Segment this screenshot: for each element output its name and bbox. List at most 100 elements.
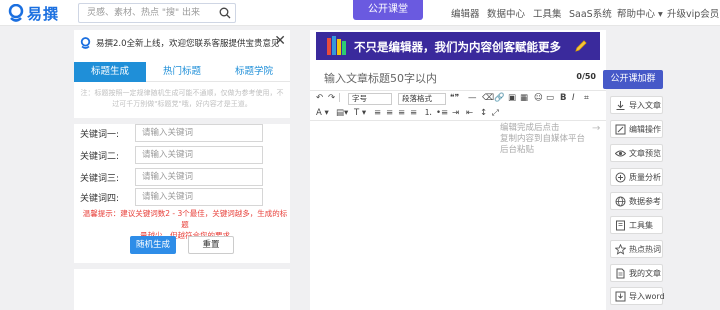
my-articles-button[interactable]: 我的文章 [610, 264, 663, 282]
eraser-icon[interactable]: ⌫ [482, 91, 494, 105]
align-right-icon[interactable]: ≡ [398, 106, 405, 120]
tab-hot-titles[interactable]: 热门标题 [146, 62, 218, 82]
divider [74, 263, 290, 269]
indent-icon[interactable]: ⇥ [452, 106, 459, 120]
search-box [78, 3, 236, 23]
outdent-icon[interactable]: ⇤ [466, 106, 473, 120]
hint-line: 注：标题按照一定规律随机生成可能不通顺，仅做为参考使用，不 [80, 89, 284, 97]
word-import-icon [615, 291, 626, 302]
rail-button-label: 导入文章 [629, 101, 661, 110]
unordered-list-icon[interactable]: •≡ [436, 106, 448, 120]
join-group-button[interactable]: 公开课加群 [603, 70, 663, 89]
edit-operation-button[interactable]: 编辑操作 [610, 120, 663, 138]
edit-icon [615, 124, 626, 135]
background-color-icon[interactable]: ▤▾ [336, 106, 348, 120]
hot-words-button[interactable]: 热点热词 [610, 240, 663, 258]
warning-tip: 温馨提示：建议关键词数2 - 3个最佳，关键词越多，生成的标题 量越少，但越符合… [82, 208, 288, 241]
tab-title-academy[interactable]: 标题学院 [218, 62, 290, 82]
toolset-button[interactable]: 工具集 [610, 216, 663, 234]
copy-tip-line: 复制内容到自媒体平台 [500, 134, 586, 144]
redo-icon[interactable]: ↷ [328, 91, 335, 105]
notice-logo-icon [80, 37, 91, 49]
search-icon[interactable] [219, 7, 231, 19]
globe-icon [615, 196, 626, 207]
quality-analysis-button[interactable]: 质量分析 [610, 168, 663, 186]
import-article-button[interactable]: 导入文章 [610, 96, 663, 114]
data-reference-button[interactable]: 数据参考 [610, 192, 663, 210]
undo-icon[interactable]: ↶ [316, 91, 323, 105]
rail-button-label: 质量分析 [629, 173, 661, 182]
arrow-right-icon: → [592, 123, 601, 134]
align-justify-icon[interactable]: ≡ [410, 106, 417, 120]
close-icon[interactable]: ✕ [274, 34, 286, 48]
font-color-icon[interactable]: A ▾ [316, 106, 329, 120]
title-input-bar[interactable]: 输入文章标题50字以内 0/50 [316, 66, 600, 88]
line-height-icon[interactable]: ↕ [480, 106, 487, 120]
books-icon [327, 36, 346, 55]
paragraph-format-label: 段落格式 [402, 94, 432, 103]
nav-public-class[interactable]: 公开课堂 [353, 0, 423, 20]
rail-button-label: 数据参考 [629, 197, 661, 206]
logo[interactable]: 易撰 [8, 3, 59, 23]
font-size-select[interactable]: 字号 [348, 93, 392, 105]
nav-toolset[interactable]: 工具集 [533, 6, 562, 20]
rail-button-label: 编辑操作 [629, 125, 661, 134]
align-left-icon[interactable]: ≡ [374, 106, 381, 120]
rail-button-label: 工具集 [629, 221, 653, 230]
emoji-icon[interactable]: ☺ [534, 91, 543, 105]
top-navbar: 易撰 公开课堂 编辑器 数据中心 工具集 SaaS系统 帮助中心 ▾ 升级vip… [0, 0, 720, 26]
hint-line: 过可千万别做"标题党"哦，好内容才是王道。 [112, 100, 252, 108]
table-icon[interactable]: ▦ [520, 91, 528, 105]
keyword-input-2[interactable] [135, 146, 263, 164]
notice-text: 易撰2.0全新上线，欢迎您联系客服提供宝贵意见 [96, 39, 280, 49]
video-icon[interactable]: ▭ [546, 91, 554, 105]
reset-button[interactable]: 重置 [188, 236, 234, 254]
paragraph-format-select[interactable]: 段落格式 [398, 93, 446, 105]
editor-toolbar-row2: A ▾ ▤▾ T ▾ ≡ ≡ ≡ ≡ ⒈ •≡ ⇥ ⇤ ↕ ⤢ [310, 106, 606, 121]
nav-saas[interactable]: SaaS系统 [569, 6, 612, 20]
rail-button-label: 导入word [629, 292, 665, 301]
logo-text: 易撰 [27, 4, 60, 23]
keyword-row: 关键词二: [74, 146, 290, 164]
nav-help-center[interactable]: 帮助中心 ▾ [617, 6, 663, 20]
editor-banner[interactable]: 不只是编辑器，我们为内容创客赋能更多 [316, 32, 600, 60]
italic-icon[interactable]: I [572, 91, 575, 105]
star-icon [615, 244, 626, 255]
document-icon [616, 268, 625, 279]
article-preview-button[interactable]: 文章预览 [610, 144, 663, 162]
keyword-input-3[interactable] [135, 168, 263, 186]
keyword-input-1[interactable] [135, 124, 263, 142]
horizontal-rule-icon[interactable]: — [468, 91, 477, 105]
font-family-icon[interactable]: T ▾ [354, 106, 366, 120]
toolbar-separator: | [338, 93, 341, 103]
nav-upgrade-vip[interactable]: 升级vip会员 [667, 6, 719, 20]
bold-icon[interactable]: B [560, 91, 566, 105]
copy-tip-line: 编辑完成后点击 [500, 123, 560, 133]
tab-title-generate[interactable]: 标题生成 [74, 62, 146, 82]
generator-hint: 注：标题按照一定规律随机生成可能不通顺，仅做为参考使用，不 过可千万别做"标题党… [74, 88, 290, 110]
image-icon[interactable]: ▣ [508, 91, 516, 105]
font-size-select-label: 字号 [352, 94, 367, 103]
ordered-list-icon[interactable]: ⒈ [424, 106, 433, 120]
title-generator-panel: 易撰2.0全新上线，欢迎您联系客服提供宝贵意见 ✕ 标题生成 热门标题 标题学院… [74, 30, 290, 310]
random-generate-button[interactable]: 随机生成 [130, 236, 176, 254]
plus-circle-icon [615, 172, 626, 183]
import-word-button[interactable]: 导入word [610, 287, 665, 305]
keyword-label: 关键词二: [80, 152, 120, 162]
search-input[interactable] [79, 4, 215, 22]
align-center-icon[interactable]: ≡ [386, 106, 393, 120]
nav-data-center[interactable]: 数据中心 [487, 6, 525, 20]
eye-icon [615, 150, 626, 157]
code-icon[interactable]: ⌗ [584, 91, 589, 105]
book-icon [616, 220, 625, 231]
import-icon [616, 101, 625, 110]
link-icon[interactable]: 🔗 [494, 91, 505, 105]
nav-editor[interactable]: 编辑器 [451, 6, 480, 20]
keyword-input-4[interactable] [135, 188, 263, 206]
fullscreen-icon[interactable]: ⤢ [492, 106, 499, 120]
keyword-label: 关键词四: [80, 194, 120, 204]
title-placeholder[interactable]: 输入文章标题50字以内 [324, 70, 437, 86]
quote-icon[interactable]: ❝❞ [450, 91, 459, 105]
editor-toolbar-row1: ↶ ↷ | 字号 段落格式 ❝❞ — ⌫ 🔗 ▣ ▦ ☺ ▭ B I ⌗ [310, 90, 606, 106]
generator-tabs: 标题生成 热门标题 标题学院 [74, 62, 290, 82]
